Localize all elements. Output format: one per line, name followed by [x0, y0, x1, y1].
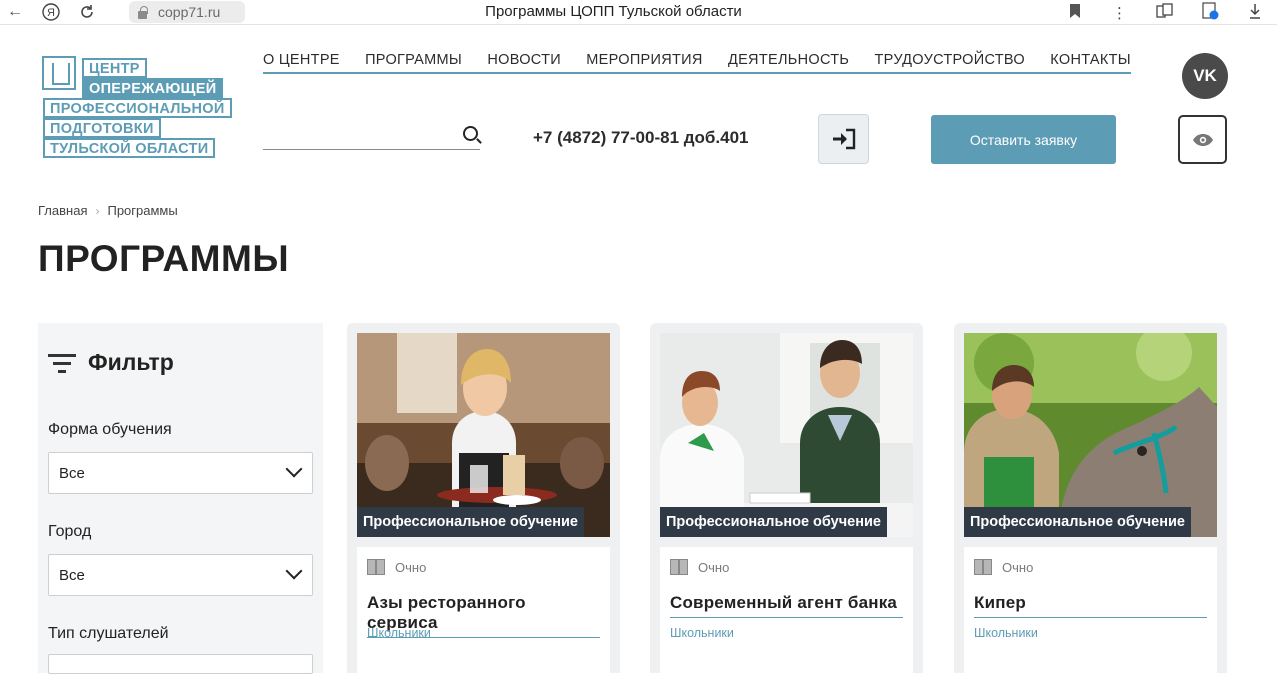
program-photo: Профессиональное обучение [964, 333, 1217, 537]
main-nav: О ЦЕНТРЕ ПРОГРАММЫ НОВОСТИ МЕРОПРИЯТИЯ Д… [263, 52, 1131, 74]
program-category-badge: Профессиональное обучение [660, 507, 887, 537]
study-mode-text: Очно [395, 559, 427, 575]
book-icon [670, 559, 690, 575]
filter-icon [48, 352, 76, 374]
apply-button[interactable]: Оставить заявку [931, 115, 1116, 164]
collections-icon[interactable] [1142, 2, 1187, 23]
program-card[interactable]: Профессиональное обучение Очно Азы ресто… [347, 323, 620, 673]
book-icon [974, 559, 994, 575]
nav-item-activity[interactable]: ДЕЯТЕЛЬНОСТЬ [728, 52, 849, 72]
browser-toolbar: ← Я copp71.ru Программы ЦОПП Тульской об… [0, 0, 1277, 25]
card-body: Очно Азы ресторанного сервиса Школьники [357, 547, 610, 673]
filter-panel: Фильтр Форма обучения Все Город Все Тип … [38, 323, 323, 674]
study-form-label: Форма обучения [48, 421, 172, 438]
audience-label: Тип слушателей [48, 625, 169, 642]
login-icon [832, 128, 855, 150]
nav-item-contacts[interactable]: КОНТАКТЫ [1050, 52, 1131, 72]
study-mode-text: Очно [1002, 559, 1034, 575]
accessibility-button[interactable] [1178, 115, 1227, 164]
nav-item-programs[interactable]: ПРОГРАММЫ [365, 52, 462, 72]
book-icon [367, 559, 387, 575]
program-category-badge: Профессиональное обучение [964, 507, 1191, 537]
card-body: Очно Кипер Школьники [964, 547, 1217, 673]
logo-line: ЦЕНТР [82, 58, 147, 78]
contact-phone[interactable]: +7 (4872) 77-00-81 доб.401 [533, 128, 749, 148]
site-logo[interactable]: ЦЕНТР ОПЕРЕЖАЮЩЕЙ ПРОФЕССИОНАЛЬНОЙ ПОДГО… [42, 56, 237, 160]
study-mode: Очно [670, 559, 729, 575]
study-mode: Очно [974, 559, 1033, 575]
chevron-down-icon [285, 460, 303, 478]
bookmark-icon[interactable] [1052, 3, 1097, 22]
program-title[interactable]: Современный агент банка [670, 593, 903, 618]
eye-icon [1192, 133, 1213, 146]
study-form-select[interactable]: Все [48, 452, 313, 494]
program-photo: Профессиональное обучение [357, 333, 610, 537]
chevron-right-icon: › [95, 203, 100, 218]
search-input[interactable] [263, 124, 480, 150]
vk-link-icon[interactable]: VK [1182, 53, 1228, 99]
logo-line: ОПЕРЕЖАЮЩЕЙ [82, 78, 224, 98]
download-icon[interactable] [1232, 3, 1277, 23]
program-audience: Школьники [367, 626, 431, 640]
city-select[interactable]: Все [48, 554, 313, 596]
nav-item-about[interactable]: О ЦЕНТРЕ [263, 52, 340, 72]
logo-line: ПРОФЕССИОНАЛЬНОЙ [43, 98, 232, 118]
logo-line: ПОДГОТОВКИ [43, 118, 161, 138]
logo-mark-icon [42, 56, 76, 90]
nav-item-events[interactable]: МЕРОПРИЯТИЯ [586, 52, 702, 72]
login-button[interactable] [818, 114, 869, 164]
card-body: Очно Современный агент банка Школьники [660, 547, 913, 673]
program-audience: Школьники [670, 626, 734, 640]
city-label: Город [48, 523, 92, 540]
filter-header: Фильтр [48, 349, 174, 376]
nav-item-employment[interactable]: ТРУДОУСТРОЙСТВО [875, 52, 1025, 72]
search-icon[interactable] [463, 126, 478, 141]
study-mode-text: Очно [698, 559, 730, 575]
tab-title: Программы ЦОПП Тульской области [485, 3, 742, 20]
extension-icon[interactable] [1187, 1, 1232, 24]
program-card[interactable]: Профессиональное обучение Очно Современн… [650, 323, 923, 673]
program-photo: Профессиональное обучение [660, 333, 913, 537]
city-value: Все [59, 566, 85, 584]
breadcrumb-current: Программы [107, 203, 178, 218]
vk-label: VK [1193, 66, 1217, 85]
program-title[interactable]: Кипер [974, 593, 1207, 618]
breadcrumb: Главная › Программы [38, 203, 178, 218]
chevron-down-icon [285, 562, 303, 580]
study-form-value: Все [59, 464, 85, 482]
audience-select[interactable] [48, 654, 313, 674]
logo-line: ТУЛЬСКОЙ ОБЛАСТИ [43, 138, 216, 158]
filter-title: Фильтр [88, 349, 174, 375]
study-mode: Очно [367, 559, 426, 575]
program-category-badge: Профессиональное обучение [357, 507, 584, 537]
program-audience: Школьники [974, 626, 1038, 640]
breadcrumb-home[interactable]: Главная [38, 203, 87, 218]
nav-item-news[interactable]: НОВОСТИ [487, 52, 561, 72]
more-menu-icon[interactable]: ⋮ [1097, 4, 1142, 22]
program-card[interactable]: Профессиональное обучение Очно Кипер Шко… [954, 323, 1227, 673]
page-title: ПРОГРАММЫ [38, 238, 290, 279]
